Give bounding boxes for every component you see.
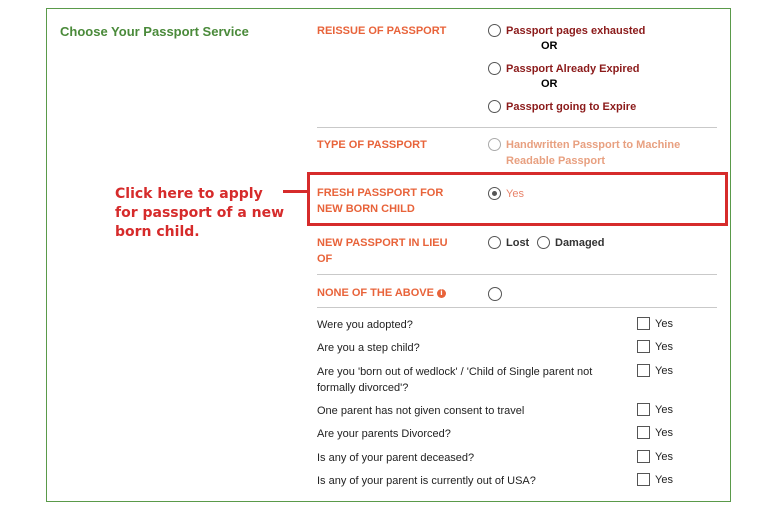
checkbox-parent-consent[interactable]: Yes (637, 403, 673, 416)
checkbox-parent-out-of-usa[interactable]: Yes (637, 473, 673, 486)
question-parents-divorced: Are your parents Divorced? (317, 428, 451, 440)
radio-icon[interactable] (488, 236, 501, 249)
fresh-passport-highlight-box (307, 172, 728, 226)
divider (317, 127, 717, 128)
or-separator: OR (541, 78, 558, 90)
none-of-above-option[interactable] (488, 286, 507, 301)
annotation-callout: Click here to apply for passport of a ne… (115, 186, 285, 240)
or-separator: OR (541, 40, 558, 52)
checkbox-icon[interactable] (637, 450, 650, 463)
in-lieu-option-damaged[interactable]: Damaged (537, 235, 605, 251)
divider (317, 274, 717, 275)
checkbox-icon[interactable] (637, 340, 650, 353)
radio-icon[interactable] (488, 287, 502, 301)
radio-icon[interactable] (488, 62, 501, 75)
radio-icon[interactable] (537, 236, 550, 249)
reissue-option-already-expired[interactable]: Passport Already Expired (488, 61, 639, 77)
panel-title: Choose Your Passport Service (60, 24, 249, 39)
reissue-option-going-to-expire[interactable]: Passport going to Expire (488, 99, 636, 115)
checkbox-icon[interactable] (637, 364, 650, 377)
question-adopted: Were you adopted? (317, 319, 413, 331)
radio-icon[interactable] (488, 24, 501, 37)
type-of-passport-label: TYPE OF PASSPORT (317, 139, 427, 151)
checkbox-icon[interactable] (637, 403, 650, 416)
reissue-option-pages-exhausted[interactable]: Passport pages exhausted (488, 23, 645, 39)
option-label: Passport Already Expired (506, 63, 640, 75)
in-lieu-label: NEW PASSPORT IN LIEU OF (317, 237, 448, 265)
option-label: Lost (506, 237, 530, 249)
checkbox-icon[interactable] (637, 473, 650, 486)
option-label: Handwritten Passport to Machine Readable… (506, 139, 681, 167)
radio-icon[interactable] (488, 138, 501, 151)
checkbox-icon[interactable] (637, 426, 650, 439)
checkbox-parents-divorced[interactable]: Yes (637, 426, 673, 439)
checkbox-step-child[interactable]: Yes (637, 340, 673, 353)
divider (317, 307, 717, 308)
none-of-above-label: NONE OF THE ABOVE i (317, 285, 446, 301)
question-parent-deceased: Is any of your parent deceased? (317, 452, 475, 464)
in-lieu-option-lost[interactable]: Lost (488, 235, 529, 251)
checkbox-born-out-of-wedlock[interactable]: Yes (637, 364, 673, 377)
radio-icon[interactable] (488, 100, 501, 113)
option-label: Passport going to Expire (506, 101, 637, 113)
type-option-handwritten-to-mrp[interactable]: Handwritten Passport to Machine Readable… (488, 137, 680, 169)
question-born-out-of-wedlock: Are you 'born out of wedlock' / 'Child o… (317, 366, 593, 394)
option-label: Passport pages exhausted (506, 25, 646, 37)
question-step-child: Are you a step child? (317, 342, 420, 354)
info-icon[interactable]: i (436, 289, 446, 298)
question-parent-out-of-usa: Is any of your parent is currently out o… (317, 475, 536, 487)
checkbox-parent-deceased[interactable]: Yes (637, 450, 673, 463)
passport-service-panel: Choose Your Passport Service REISSUE OF … (46, 8, 731, 502)
checkbox-adopted[interactable]: Yes (637, 317, 673, 330)
reissue-label: REISSUE OF PASSPORT (317, 25, 447, 37)
option-label: Damaged (555, 237, 605, 249)
checkbox-icon[interactable] (637, 317, 650, 330)
question-parent-consent: One parent has not given consent to trav… (317, 405, 525, 417)
